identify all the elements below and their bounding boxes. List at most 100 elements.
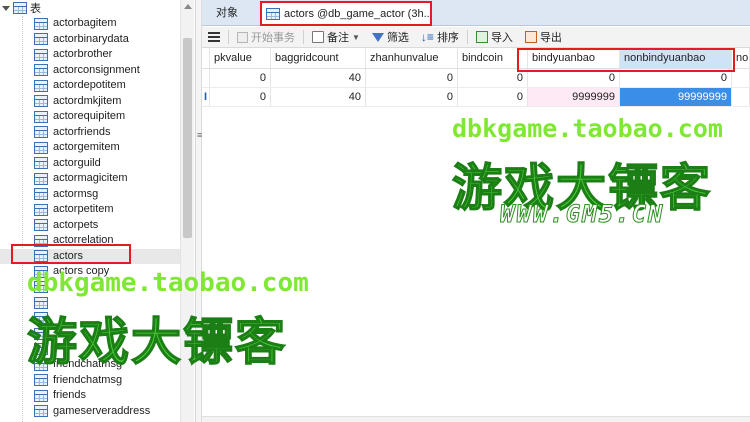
tree-item-label: gameserveraddress <box>53 404 151 417</box>
menu-icon <box>208 31 220 43</box>
table-icon <box>34 141 48 154</box>
tree-item-table[interactable]: actorpetitem <box>0 202 180 218</box>
watermark-brand: 游戏大镖客 <box>26 312 287 372</box>
table-row[interactable]: 0 40 0 0 0 0 <box>202 69 750 88</box>
tree-item-label: actorfriends <box>53 125 111 138</box>
table-icon <box>34 110 48 123</box>
tree-item-label: actorpets <box>53 218 99 231</box>
row-cursor-marker[interactable]: I <box>202 88 210 106</box>
tree-item-label: actormagicitem <box>53 172 128 185</box>
scroll-up-arrow-icon[interactable] <box>184 4 192 9</box>
table-row[interactable]: I 0 40 0 0 9999999 99999999 <box>202 88 750 107</box>
column-header[interactable]: bindcoin <box>458 48 528 68</box>
tree-item-table[interactable]: actormsg <box>0 187 180 203</box>
grid-cell[interactable]: 0 <box>528 69 620 87</box>
table-icon <box>34 405 48 418</box>
table-icon <box>34 389 48 402</box>
grid-cell[interactable] <box>732 69 750 87</box>
table-icon <box>34 157 48 170</box>
grid-cell[interactable]: 0 <box>458 69 528 87</box>
note-icon <box>312 31 324 43</box>
table-icon <box>34 374 48 387</box>
grid-horizontal-scrollbar[interactable] <box>202 416 750 422</box>
filter-button[interactable]: 筛选 <box>366 27 415 48</box>
tab-actors[interactable]: actors @db_game_actor (3h... <box>260 1 432 26</box>
tree-item-table[interactable]: friends <box>0 388 180 404</box>
grid-cell[interactable]: 40 <box>271 88 366 106</box>
import-button[interactable]: 导入 <box>470 27 519 48</box>
column-header[interactable]: zhanhunvalue <box>366 48 458 68</box>
tree-item-label: actorguild <box>53 156 101 169</box>
table-icon <box>34 203 48 216</box>
grid-toolbar: 开始事务 备注 ▼ 筛选 ↓≡ 排序 导入 导出 <box>202 27 750 48</box>
data-grid: pkvalue baggridcount zhanhunvalue bindco… <box>202 48 750 107</box>
grid-cell[interactable]: 9999999 <box>528 88 620 106</box>
expand-arrow-icon[interactable] <box>2 5 10 11</box>
watermark-site: WWW.GM5.CN <box>500 200 665 229</box>
column-header[interactable]: bindyuanbao <box>528 48 620 68</box>
tree-item-table[interactable]: actordmkjitem <box>0 94 180 110</box>
tree-item-label: actorbagitem <box>53 17 117 30</box>
note-label: 备注 <box>327 32 349 44</box>
sort-label: 排序 <box>436 32 459 44</box>
table-icon <box>266 7 280 20</box>
grid-cell[interactable]: 0 <box>366 69 458 87</box>
export-label: 导出 <box>539 32 562 44</box>
tree-item-table[interactable]: actorbrother <box>0 47 180 63</box>
scrollbar-thumb[interactable] <box>183 38 192 238</box>
begin-transaction-button[interactable]: 开始事务 <box>231 27 301 48</box>
grid-cell[interactable]: 40 <box>271 69 366 87</box>
chevron-down-icon[interactable]: ▼ <box>352 33 360 42</box>
tree-item-table[interactable]: gameserveraddress <box>0 404 180 420</box>
column-header[interactable]: no <box>732 48 750 68</box>
tree-item-table[interactable]: friendchatmsg <box>0 373 180 389</box>
grid-cell[interactable]: 0 <box>620 69 732 87</box>
grid-cell[interactable]: 0 <box>210 88 271 106</box>
tree-item-table[interactable]: actordepotitem <box>0 78 180 94</box>
tree-item-label: actorpetitem <box>53 203 114 216</box>
toolbar-separator <box>303 30 304 44</box>
grid-cell-selected[interactable]: 99999999 <box>620 88 732 106</box>
tree-root-tables[interactable]: 表 <box>2 0 41 16</box>
grid-cell[interactable]: 0 <box>366 88 458 106</box>
tab-bar: 对象 actors @db_game_actor (3h... <box>202 0 750 26</box>
tree-item-label: actorbrother <box>53 48 113 61</box>
import-label: 导入 <box>490 32 513 44</box>
column-header[interactable]: baggridcount <box>271 48 366 68</box>
sort-button[interactable]: ↓≡ 排序 <box>415 27 465 48</box>
export-button[interactable]: 导出 <box>519 27 568 48</box>
tree-item-table[interactable]: actorfriends <box>0 125 180 141</box>
tree-item-table[interactable]: actorbinarydata <box>0 32 180 48</box>
tree-item-label: actordepotitem <box>53 79 126 92</box>
toolbar-separator <box>466 30 468 44</box>
begin-transaction-label: 开始事务 <box>251 32 295 44</box>
table-icon <box>34 17 48 30</box>
tab-objects[interactable]: 对象 <box>210 5 244 21</box>
column-header[interactable]: nonbindyuanbao <box>620 48 732 68</box>
tree-item-label: actorconsignment <box>53 63 140 76</box>
tree-item-table[interactable]: actorgemitem <box>0 140 180 156</box>
row-gutter[interactable] <box>202 69 210 87</box>
tree-item-label: actordmkjitem <box>53 94 122 107</box>
table-icon <box>34 172 48 185</box>
tree-item-table[interactable]: actorequipitem <box>0 109 180 125</box>
grid-cell[interactable] <box>732 88 750 106</box>
tree-item-label: actorgemitem <box>53 141 120 154</box>
row-gutter-header <box>202 48 210 68</box>
tree-item-table[interactable]: actormagicitem <box>0 171 180 187</box>
table-icon <box>34 95 48 108</box>
grid-cell[interactable]: 0 <box>458 88 528 106</box>
tree-item-table[interactable]: actorpets <box>0 218 180 234</box>
tree-root-label: 表 <box>30 3 41 15</box>
grid-cell[interactable]: 0 <box>210 69 271 87</box>
watermark-url: dbkgame.taobao.com <box>27 268 309 298</box>
tree-item-table[interactable]: actorconsignment <box>0 63 180 79</box>
tree-item-table[interactable]: actorbagitem <box>0 16 180 32</box>
menu-button[interactable] <box>202 27 226 48</box>
note-button[interactable]: 备注 ▼ <box>306 27 366 48</box>
table-icon <box>34 188 48 201</box>
filter-label: 筛选 <box>386 32 409 44</box>
tree-item-table[interactable]: actorguild <box>0 156 180 172</box>
column-header[interactable]: pkvalue <box>210 48 271 68</box>
table-icon <box>34 33 48 46</box>
